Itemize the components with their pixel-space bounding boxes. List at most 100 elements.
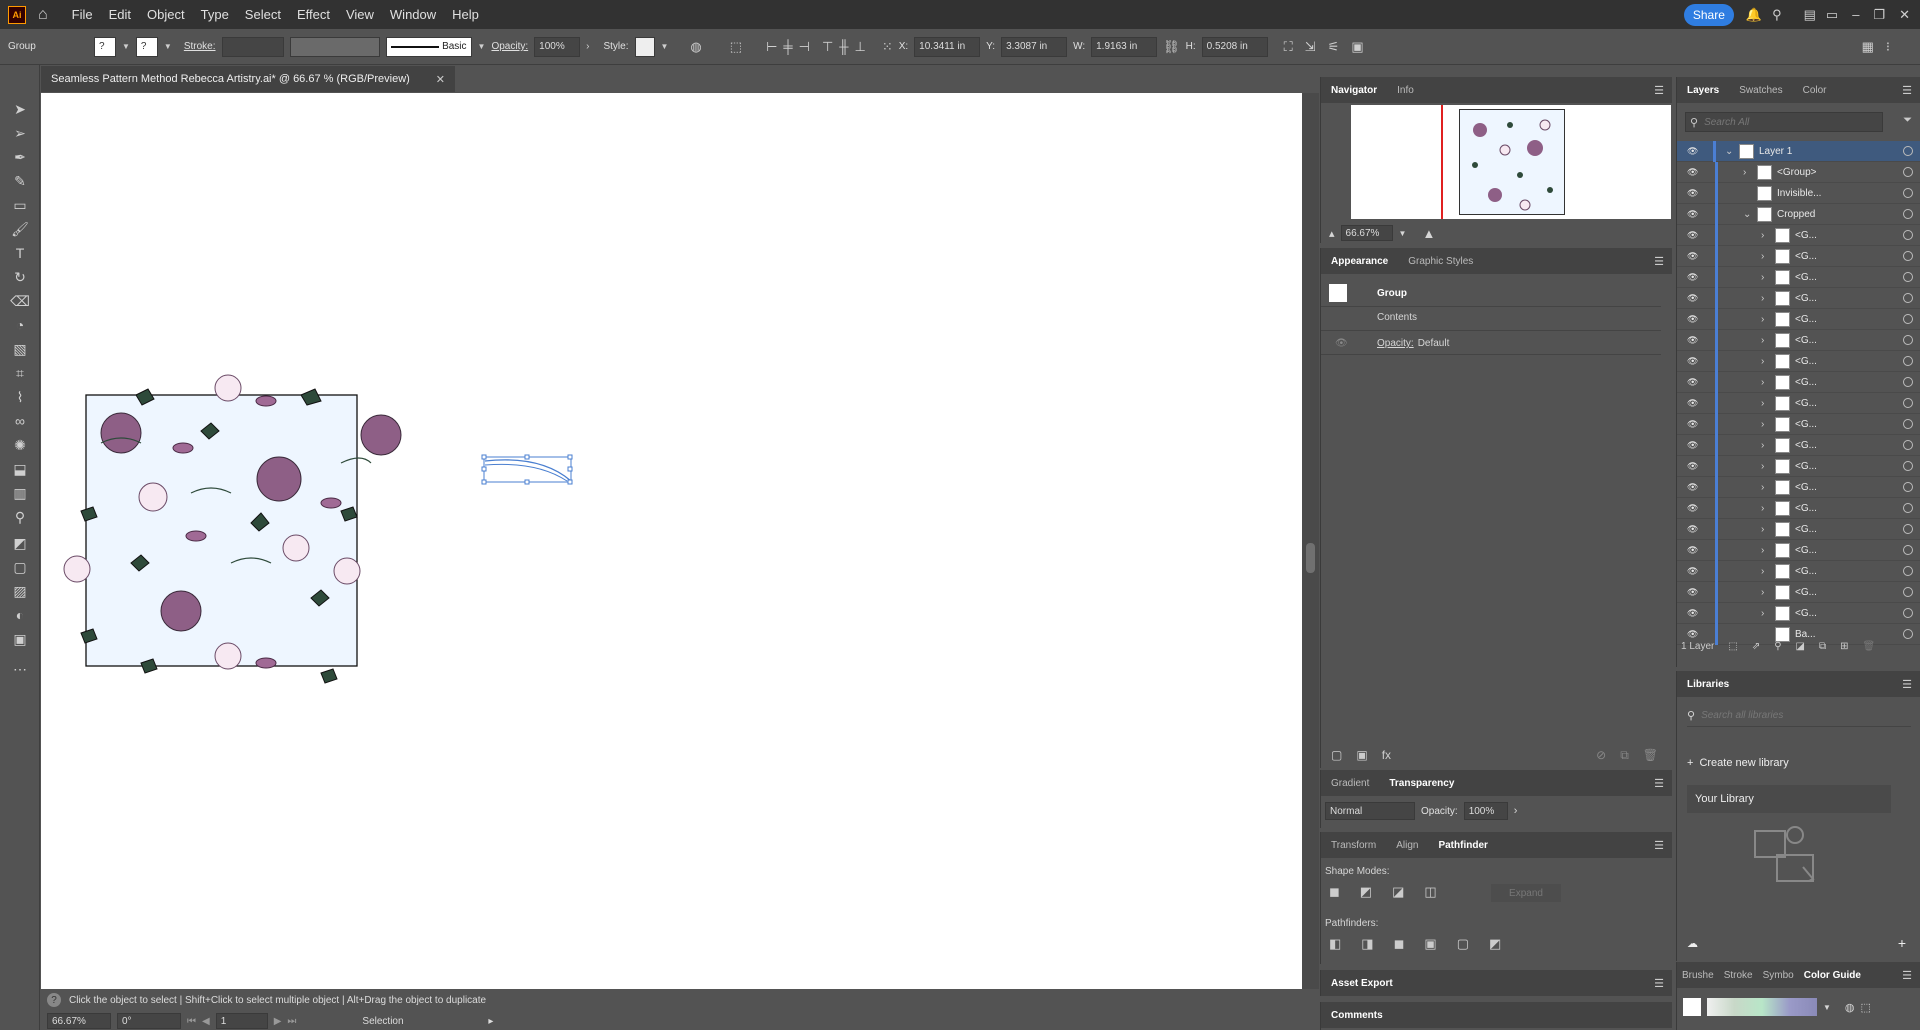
target-icon[interactable] bbox=[1903, 188, 1913, 198]
first-artboard-icon[interactable]: ⏮ bbox=[187, 1016, 196, 1027]
artboard-canvas[interactable] bbox=[41, 93, 1302, 989]
chevron-right-icon[interactable]: › bbox=[1761, 230, 1764, 241]
restore-icon[interactable]: ❐ bbox=[1873, 7, 1885, 23]
chevron-right-icon[interactable]: › bbox=[1761, 377, 1764, 388]
layer-row[interactable]: 👁 › <G... bbox=[1677, 581, 1920, 603]
target-icon[interactable] bbox=[1903, 230, 1913, 240]
fill-swatch-icon[interactable]: ▢ bbox=[10, 557, 30, 577]
eye-icon[interactable]: 👁 bbox=[1687, 209, 1701, 219]
your-library-item[interactable]: Your Library bbox=[1687, 785, 1891, 813]
tab-transparency[interactable]: Transparency bbox=[1379, 778, 1464, 789]
align-to-icon[interactable]: ⬚ bbox=[730, 39, 742, 55]
document-tab[interactable]: Seamless Pattern Method Rebecca Artistry… bbox=[41, 66, 455, 92]
expand-button[interactable]: Expand bbox=[1491, 884, 1561, 902]
tab-navigator[interactable]: Navigator bbox=[1321, 85, 1387, 96]
eye-icon[interactable]: 👁 bbox=[1687, 461, 1701, 471]
chevron-right-icon[interactable]: › bbox=[1761, 545, 1764, 556]
layer-row[interactable]: 👁 › <G... bbox=[1677, 308, 1920, 330]
x-input[interactable]: 10.3411 in bbox=[914, 36, 981, 57]
reference-point-icon[interactable]: ⁙ bbox=[882, 39, 893, 55]
gradient-tool-icon[interactable]: ▧ bbox=[10, 339, 30, 359]
close-icon[interactable]: ✕ bbox=[1899, 7, 1910, 23]
direct-selection-tool-icon[interactable]: ➢ bbox=[10, 123, 30, 143]
eye-icon[interactable]: 👁 bbox=[1687, 440, 1701, 450]
eye-icon[interactable]: 👁 bbox=[1687, 167, 1701, 177]
harmony-rules-swatches[interactable] bbox=[1707, 998, 1817, 1016]
mesh-tool-icon[interactable]: ⌗ bbox=[10, 363, 30, 383]
menu-file[interactable]: File bbox=[64, 7, 101, 22]
base-color-swatch[interactable] bbox=[1683, 998, 1701, 1016]
menu-help[interactable]: Help bbox=[444, 7, 487, 22]
curvature-tool-icon[interactable]: ✎ bbox=[10, 171, 30, 191]
eye-icon[interactable]: 👁 bbox=[1687, 188, 1701, 198]
selected-curve[interactable] bbox=[481, 454, 573, 485]
layer-row[interactable]: 👁 › <G... bbox=[1677, 245, 1920, 267]
zoom-out-icon[interactable]: ▴ bbox=[1329, 227, 1335, 240]
trim-icon[interactable]: ◨ bbox=[1361, 936, 1373, 952]
chevron-right-icon[interactable]: › bbox=[1761, 314, 1764, 325]
fill-stroke-icon[interactable]: ◩ bbox=[10, 533, 30, 553]
tab-pathfinder[interactable]: Pathfinder bbox=[1428, 840, 1497, 851]
chevron-right-icon[interactable]: › bbox=[1761, 587, 1764, 598]
eye-icon[interactable]: 👁 bbox=[1687, 629, 1701, 639]
eraser-tool-icon[interactable]: ⌫ bbox=[10, 291, 30, 311]
zoom-tool-icon[interactable]: ⚲ bbox=[10, 507, 30, 527]
layer-row[interactable]: 👁 › <G... bbox=[1677, 350, 1920, 372]
layer-row[interactable]: 👁 ⌄ Layer 1 bbox=[1677, 140, 1920, 162]
chevron-right-icon[interactable]: › bbox=[1761, 356, 1764, 367]
target-icon[interactable] bbox=[1903, 629, 1913, 639]
shape-builder-tool-icon[interactable]: ◔ bbox=[10, 315, 30, 335]
target-icon[interactable] bbox=[1903, 272, 1913, 282]
panel-menu-icon[interactable]: ☰ bbox=[1654, 777, 1664, 790]
chevron-right-icon[interactable]: › bbox=[1761, 461, 1764, 472]
panel-menu-icon[interactable]: ☰ bbox=[1654, 839, 1664, 852]
color-mode-icon[interactable]: ▨ bbox=[10, 581, 30, 601]
minus-front-icon[interactable]: ◩ bbox=[1360, 884, 1372, 900]
chevron-down-icon[interactable]: ▼ bbox=[1399, 229, 1407, 238]
zoom-in-icon[interactable]: ▲ bbox=[1422, 226, 1435, 241]
layer-row[interactable]: 👁 ⌄ Cropped bbox=[1677, 203, 1920, 225]
artboard-number[interactable]: 1 bbox=[215, 1013, 268, 1029]
chevron-right-icon[interactable]: › bbox=[586, 41, 589, 52]
layer-row[interactable]: 👁 › <G... bbox=[1677, 497, 1920, 519]
selection-tool-icon[interactable]: ➤ bbox=[10, 99, 30, 119]
zoom-select[interactable]: 66.67% bbox=[47, 1013, 111, 1029]
minus-back-icon[interactable]: ◩ bbox=[1489, 936, 1501, 952]
status-menu-icon[interactable]: ▸ bbox=[488, 1016, 493, 1027]
tab-symbols[interactable]: Symbo bbox=[1758, 970, 1799, 981]
blend-mode-select[interactable]: Normal bbox=[1325, 802, 1415, 820]
target-icon[interactable] bbox=[1903, 377, 1913, 387]
eye-icon[interactable]: 👁 bbox=[1687, 230, 1701, 240]
target-icon[interactable] bbox=[1903, 146, 1913, 156]
panel-menu-icon[interactable]: ☰ bbox=[1902, 678, 1912, 691]
tab-color[interactable]: Color bbox=[1793, 85, 1837, 96]
rectangle-tool-icon[interactable]: ▭ bbox=[10, 195, 30, 215]
appearance-opacity-label[interactable]: Opacity: bbox=[1377, 338, 1414, 349]
intersect-icon[interactable]: ◪ bbox=[1392, 884, 1404, 900]
align-left-icon[interactable]: ⊢ bbox=[766, 39, 777, 55]
chevron-right-icon[interactable]: › bbox=[1761, 608, 1764, 619]
target-icon[interactable] bbox=[1903, 419, 1913, 429]
target-icon[interactable] bbox=[1903, 167, 1913, 177]
layer-row[interactable]: 👁 Invisible... bbox=[1677, 182, 1920, 204]
eye-icon[interactable]: 👁 bbox=[1687, 482, 1701, 492]
brush-definition[interactable]: Basic bbox=[385, 36, 472, 57]
app-logo[interactable]: Ai bbox=[8, 5, 26, 24]
layer-row[interactable]: 👁 › <G... bbox=[1677, 476, 1920, 498]
symbol-sprayer-tool-icon[interactable]: ✺ bbox=[10, 435, 30, 455]
fill-swatch[interactable]: ? bbox=[94, 36, 116, 57]
panel-menu-icon[interactable]: ☰ bbox=[1654, 977, 1664, 990]
tab-comments[interactable]: Comments bbox=[1321, 1010, 1393, 1021]
collect-export-icon[interactable]: ⬚ bbox=[1728, 641, 1737, 652]
align-hcenter-icon[interactable]: ╪ bbox=[783, 39, 792, 54]
type-tool-icon[interactable]: T bbox=[10, 243, 30, 263]
target-icon[interactable] bbox=[1903, 566, 1913, 576]
tab-stroke[interactable]: Stroke bbox=[1719, 970, 1758, 981]
paintbrush-tool-icon[interactable]: 🖌 bbox=[10, 219, 30, 239]
navigator-preview[interactable] bbox=[1351, 105, 1671, 219]
clipping-mask-icon[interactable]: ◪ bbox=[1796, 641, 1805, 652]
layer-row[interactable]: 👁 › <G... bbox=[1677, 539, 1920, 561]
menu-object[interactable]: Object bbox=[139, 7, 193, 22]
artboard-options-icon[interactable]: ▣ bbox=[1351, 39, 1363, 55]
eye-icon[interactable]: 👁 bbox=[1687, 419, 1701, 429]
